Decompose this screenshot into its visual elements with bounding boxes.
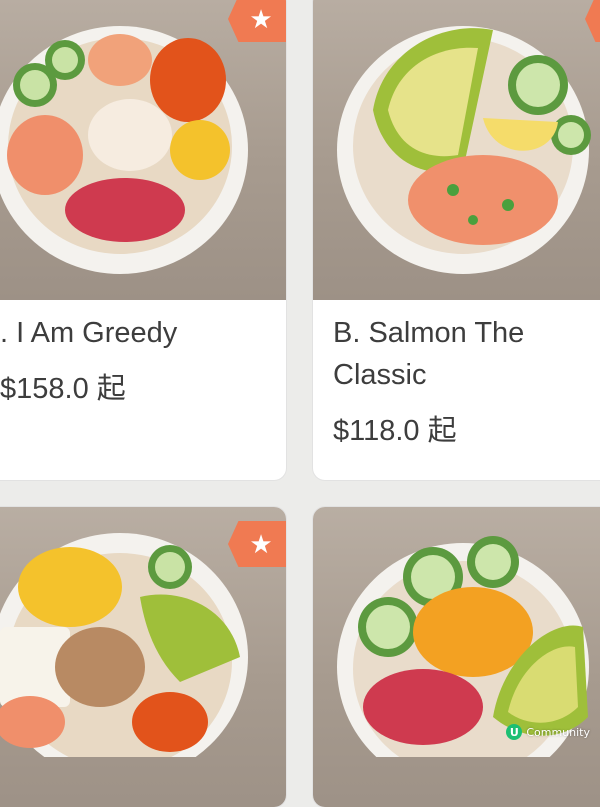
menu-card-salmon-the-classic[interactable]: B. Salmon The Classic $118.0 起 ★ — [313, 0, 600, 480]
community-watermark: U Community — [506, 722, 590, 742]
star-icon: ★ — [249, 4, 273, 34]
featured-badge: ★ — [228, 521, 286, 567]
menu-card-i-am-greedy[interactable]: ★ . I Am Greedy $158.0 起 — [0, 0, 286, 480]
item-price: $118.0 起 — [333, 415, 457, 447]
item-price: $158.0 起 — [0, 373, 126, 405]
poke-bowl-photo-greedy — [0, 0, 286, 300]
item-name: B. Salmon The Classic — [333, 317, 525, 391]
menu-card-3[interactable]: ★ — [0, 507, 286, 807]
poke-bowl-photo-4 — [313, 507, 600, 807]
community-watermark-text: Community — [526, 725, 590, 739]
community-logo-icon: U — [506, 724, 523, 740]
featured-badge: ★ — [228, 0, 286, 42]
item-name: . I Am Greedy — [0, 317, 178, 349]
menu-card-4[interactable] — [313, 507, 600, 807]
poke-bowl-photo-salmon — [313, 0, 600, 300]
star-icon: ★ — [249, 529, 273, 559]
